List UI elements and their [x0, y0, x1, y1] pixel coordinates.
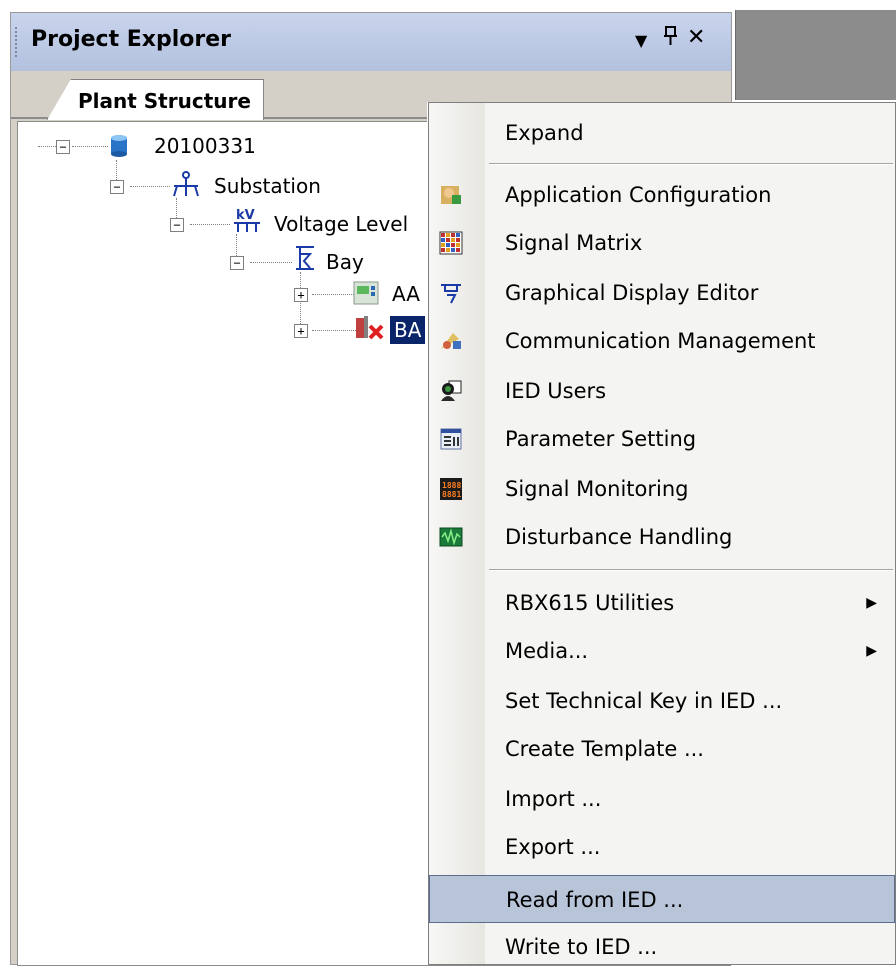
- tree-connector: [72, 146, 108, 147]
- tree-connector: [250, 262, 292, 263]
- kv-icon: kV: [232, 206, 262, 232]
- menu-item-label: Signal Matrix: [505, 231, 643, 255]
- tree-node-root[interactable]: 20100331: [154, 132, 256, 160]
- signal-matrix-icon: [439, 231, 463, 255]
- menu-item-label: Write to IED ...: [505, 935, 658, 959]
- tree-connector: [116, 160, 117, 182]
- menu-item-label: Signal Monitoring: [505, 477, 689, 501]
- expand-toggle[interactable]: +: [294, 288, 308, 302]
- menu-item-label: Parameter Setting: [505, 427, 697, 451]
- collapse-toggle[interactable]: −: [170, 218, 184, 232]
- submenu-arrow-icon: ▶: [866, 595, 877, 611]
- menu-item-media[interactable]: Media... ▶: [429, 627, 895, 675]
- submenu-arrow-icon: ▶: [866, 643, 877, 659]
- tab-plant-structure[interactable]: Plant Structure: [47, 79, 264, 120]
- menu-item-read-from-ied[interactable]: Read from IED ...: [429, 875, 895, 923]
- menu-item-create-template[interactable]: Create Template ...: [429, 725, 895, 773]
- ied-users-icon: [439, 379, 463, 403]
- menu-item-label: Expand: [505, 121, 584, 145]
- menu-item-label: IED Users: [505, 379, 607, 403]
- collapse-toggle[interactable]: −: [110, 180, 124, 194]
- ied-icon: [352, 280, 380, 306]
- svg-text:1888: 1888: [442, 481, 461, 490]
- menu-item-export[interactable]: Export ...: [429, 823, 895, 871]
- menu-item-rbx615-utilities[interactable]: RBX615 Utilities ▶: [429, 579, 895, 627]
- bay-icon: [294, 244, 316, 270]
- tree-connector: [312, 330, 356, 331]
- tree-node-voltage-level[interactable]: Voltage Level: [274, 210, 408, 238]
- tree-connector: [312, 294, 356, 295]
- menu-item-label: Export ...: [505, 835, 601, 859]
- menu-item-label: Create Template ...: [505, 737, 704, 761]
- tree-node-label: Bay: [326, 250, 364, 274]
- application-configuration-icon: [439, 183, 463, 207]
- menu-item-label: Communication Management: [505, 329, 816, 353]
- menu-item-label: Set Technical Key in IED ...: [505, 689, 783, 713]
- panel-title: Project Explorer: [31, 27, 232, 52]
- expand-toggle[interactable]: +: [294, 324, 308, 338]
- drag-grip[interactable]: [15, 27, 21, 57]
- tree-connector: [38, 146, 58, 147]
- dropdown-icon[interactable]: ▼: [635, 31, 647, 50]
- tree-node-label: BA: [394, 318, 422, 342]
- svg-text:kV: kV: [236, 208, 255, 223]
- menu-item-label: Import ...: [505, 787, 602, 811]
- close-icon[interactable]: ✕: [687, 25, 705, 50]
- menu-item-disturbance-handling[interactable]: Disturbance Handling: [429, 513, 895, 561]
- tree-node-ied[interactable]: AA: [392, 280, 420, 308]
- panel-titlebar: Project Explorer ▼ ✕: [11, 13, 731, 71]
- menu-separator: [489, 569, 893, 571]
- menu-item-application-configuration[interactable]: Application Configuration: [429, 171, 895, 219]
- database-icon: [108, 134, 130, 157]
- tree-connector: [130, 186, 170, 187]
- collapse-toggle[interactable]: −: [56, 140, 70, 154]
- tree-node-bay[interactable]: Bay: [326, 248, 364, 276]
- tree-node-label: AA: [392, 282, 420, 306]
- context-menu: Expand Application Configuration Signal …: [428, 102, 896, 965]
- menu-item-write-to-ied[interactable]: Write to IED ...: [429, 923, 895, 971]
- menu-item-parameter-setting[interactable]: Parameter Setting: [429, 415, 895, 463]
- menu-item-import[interactable]: Import ...: [429, 775, 895, 823]
- menu-item-label: Disturbance Handling: [505, 525, 733, 549]
- pin-icon[interactable]: [663, 25, 679, 53]
- menu-item-signal-matrix[interactable]: Signal Matrix: [429, 219, 895, 267]
- menu-item-set-technical-key[interactable]: Set Technical Key in IED ...: [429, 677, 895, 725]
- signal-monitoring-icon: 1888 8881: [439, 477, 463, 501]
- menu-item-communication-management[interactable]: Communication Management: [429, 317, 895, 365]
- tree-node-label: Substation: [214, 174, 321, 198]
- tree-connector: [176, 198, 177, 220]
- menu-item-label: RBX615 Utilities: [505, 591, 675, 615]
- menu-item-label: Graphical Display Editor: [505, 281, 759, 305]
- graphical-display-icon: [439, 281, 463, 305]
- parameter-setting-icon: [439, 427, 463, 451]
- tree-node-label: Voltage Level: [274, 212, 409, 236]
- menu-item-expand[interactable]: Expand: [429, 109, 895, 157]
- menu-item-label: Read from IED ...: [506, 888, 684, 912]
- ied-error-icon: [352, 314, 386, 342]
- menu-item-ied-users[interactable]: IED Users: [429, 367, 895, 415]
- substation-icon: [172, 170, 200, 197]
- tree-node-substation[interactable]: Substation: [214, 172, 321, 200]
- tree-node-ied-selected[interactable]: BA: [390, 316, 426, 344]
- communication-icon: [439, 329, 463, 353]
- menu-item-label: Media...: [505, 639, 589, 663]
- svg-text:8881: 8881: [442, 490, 461, 499]
- collapse-toggle[interactable]: −: [230, 256, 244, 270]
- document-area: [735, 10, 896, 100]
- menu-item-signal-monitoring[interactable]: 1888 8881 Signal Monitoring: [429, 465, 895, 513]
- menu-item-label: Application Configuration: [505, 183, 772, 207]
- tree-connector: [190, 224, 230, 225]
- disturbance-handling-icon: [439, 525, 463, 549]
- tree-node-label: 20100331: [154, 134, 256, 158]
- menu-separator: [489, 163, 893, 165]
- menu-item-graphical-display-editor[interactable]: Graphical Display Editor: [429, 269, 895, 317]
